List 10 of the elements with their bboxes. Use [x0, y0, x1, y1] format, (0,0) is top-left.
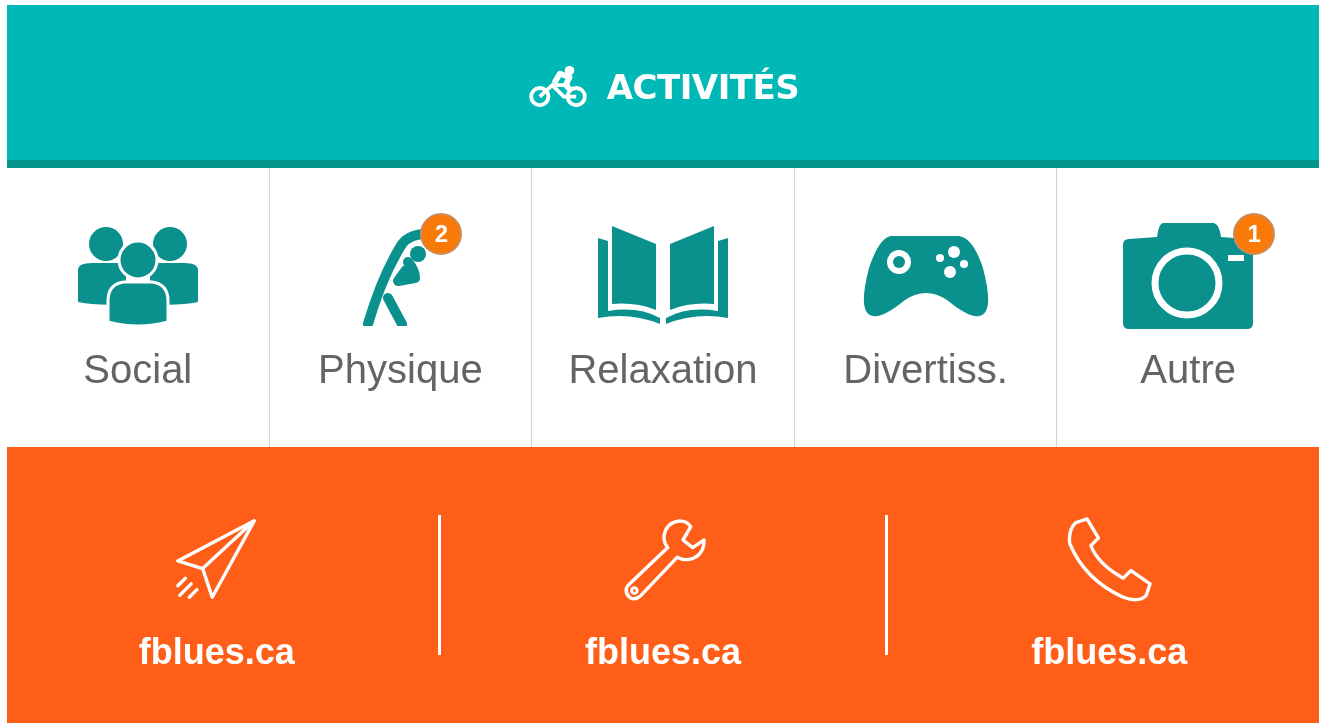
website-link[interactable]: fblues.ca [138, 631, 295, 673]
cyclist-icon [526, 63, 589, 110]
website-link[interactable]: fblues.ca [584, 631, 742, 673]
notification-badge: 2 [420, 213, 463, 255]
website-link[interactable]: fblues.ca [1031, 631, 1188, 673]
phone-icon[interactable] [1066, 517, 1153, 603]
header-title: ACTIVITÉS [606, 66, 800, 107]
people-icon [77, 226, 198, 326]
open-book-icon [598, 226, 728, 326]
notification-badge: 1 [1233, 213, 1276, 255]
